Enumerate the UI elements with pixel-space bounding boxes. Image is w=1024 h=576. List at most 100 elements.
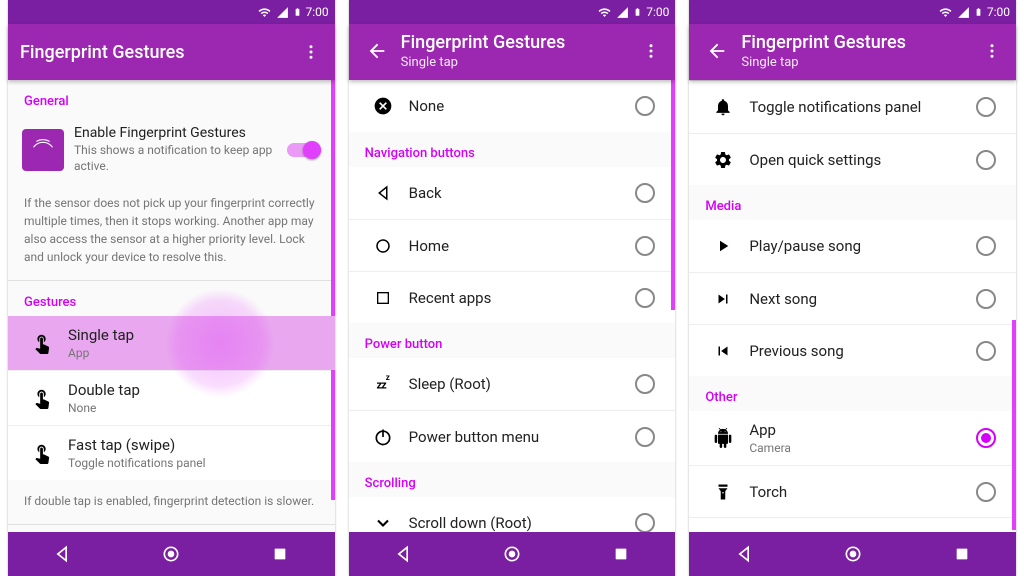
action-prev-song[interactable]: Previous song bbox=[689, 324, 1016, 376]
action-label: None bbox=[409, 97, 630, 115]
radio-button[interactable] bbox=[635, 183, 655, 203]
action-sublabel: Camera bbox=[749, 441, 970, 455]
enable-gestures-row[interactable]: Enable Fingerprint Gestures This shows a… bbox=[8, 115, 335, 184]
nav-recent-icon bbox=[272, 546, 288, 562]
radio-button[interactable] bbox=[976, 428, 996, 448]
action-ringer[interactable]: Toggle ringer mode bbox=[689, 517, 1016, 532]
sleep-icon: zzz bbox=[377, 377, 389, 392]
action-play-pause[interactable]: Play/pause song bbox=[689, 220, 1016, 272]
enable-title: Enable Fingerprint Gestures bbox=[74, 125, 277, 141]
double-tap-title: Double tap bbox=[68, 381, 321, 399]
power-icon bbox=[373, 427, 393, 447]
back-button[interactable] bbox=[697, 40, 737, 62]
app-bar: Fingerprint Gestures Single tap bbox=[349, 24, 676, 80]
action-label: Previous song bbox=[749, 342, 970, 360]
action-toggle-notifications[interactable]: Toggle notifications panel bbox=[689, 81, 1016, 133]
battery-icon bbox=[293, 5, 302, 19]
screen-main: 7:00 Fingerprint Gestures General Enable… bbox=[8, 0, 335, 576]
wifi-icon bbox=[257, 6, 272, 19]
section-general: General bbox=[8, 80, 335, 115]
sensor-note: If the sensor does not pick up your fing… bbox=[8, 184, 335, 280]
radio-button[interactable] bbox=[635, 288, 655, 308]
action-content: Toggle notifications panel Open quick se… bbox=[689, 80, 1016, 532]
radio-button[interactable] bbox=[635, 513, 655, 532]
screen-action-list-bottom: 7:00 Fingerprint Gestures Single tap Tog… bbox=[689, 0, 1016, 576]
app-bar: Fingerprint Gestures bbox=[8, 24, 335, 80]
radio-button[interactable] bbox=[976, 236, 996, 256]
action-scroll-down[interactable]: Scroll down (Root) bbox=[349, 497, 676, 532]
action-back[interactable]: Back bbox=[349, 167, 676, 219]
nav-bar bbox=[8, 532, 335, 576]
radio-button[interactable] bbox=[976, 289, 996, 309]
radio-button[interactable] bbox=[635, 427, 655, 447]
action-label: App bbox=[749, 421, 970, 439]
nav-back-button[interactable] bbox=[50, 542, 74, 566]
back-button[interactable] bbox=[357, 40, 397, 62]
scroll-indicator bbox=[1012, 320, 1016, 530]
action-next-song[interactable]: Next song bbox=[689, 272, 1016, 324]
action-label: Scroll down (Root) bbox=[409, 514, 630, 532]
action-quick-settings[interactable]: Open quick settings bbox=[689, 133, 1016, 185]
nav-home-button[interactable] bbox=[159, 542, 183, 566]
gesture-single-tap[interactable]: Single tap App bbox=[8, 316, 335, 370]
action-app[interactable]: App Camera bbox=[689, 411, 1016, 465]
nav-recent-button[interactable] bbox=[950, 542, 974, 566]
radio-button[interactable] bbox=[976, 482, 996, 502]
action-label: Play/pause song bbox=[749, 237, 970, 255]
status-time: 7:00 bbox=[987, 5, 1010, 19]
wifi-icon bbox=[597, 6, 612, 19]
radio-button[interactable] bbox=[976, 150, 996, 170]
radio-button[interactable] bbox=[976, 341, 996, 361]
section-profiles: Profiles bbox=[8, 525, 335, 532]
more-vert-icon bbox=[642, 42, 660, 60]
status-bar: 7:00 bbox=[349, 0, 676, 24]
radio-button[interactable] bbox=[635, 96, 655, 116]
app-subtitle: Single tap bbox=[401, 55, 636, 70]
signal-icon bbox=[616, 6, 629, 19]
nav-back-button[interactable] bbox=[732, 542, 756, 566]
action-none[interactable]: None bbox=[349, 80, 676, 132]
action-label: Sleep (Root) bbox=[409, 375, 630, 393]
gesture-double-tap[interactable]: Double tap None bbox=[8, 370, 335, 425]
radio-button[interactable] bbox=[976, 97, 996, 117]
fast-tap-sub: Toggle notifications panel bbox=[68, 456, 321, 470]
signal-icon bbox=[276, 6, 289, 19]
bell-icon bbox=[713, 97, 733, 117]
touch-icon bbox=[31, 332, 53, 354]
action-label: Back bbox=[409, 184, 630, 202]
nav-home-icon bbox=[502, 544, 522, 564]
action-recent[interactable]: Recent apps bbox=[349, 271, 676, 323]
section-gestures: Gestures bbox=[8, 281, 335, 316]
single-tap-title: Single tap bbox=[68, 326, 321, 344]
nav-home-button[interactable] bbox=[841, 542, 865, 566]
app-title: Fingerprint Gestures bbox=[401, 32, 636, 53]
play-icon bbox=[714, 237, 732, 255]
action-torch[interactable]: Torch bbox=[689, 465, 1016, 517]
overflow-menu-button[interactable] bbox=[295, 43, 327, 61]
double-tap-sub: None bbox=[68, 401, 321, 415]
more-vert-icon bbox=[983, 42, 1001, 60]
nav-home-button[interactable] bbox=[500, 542, 524, 566]
overflow-menu-button[interactable] bbox=[635, 42, 667, 60]
radio-button[interactable] bbox=[635, 236, 655, 256]
double-tap-note: If double tap is enabled, fingerprint de… bbox=[8, 480, 335, 524]
action-home[interactable]: Home bbox=[349, 219, 676, 271]
nav-back-button[interactable] bbox=[391, 542, 415, 566]
touch-icon bbox=[31, 442, 53, 464]
nav-recent-button[interactable] bbox=[609, 542, 633, 566]
gesture-fast-tap[interactable]: Fast tap (swipe) Toggle notifications pa… bbox=[8, 425, 335, 480]
enable-switch[interactable] bbox=[287, 141, 321, 159]
nav-recent-button[interactable] bbox=[268, 542, 292, 566]
radio-button[interactable] bbox=[635, 374, 655, 394]
nav-recent-icon bbox=[954, 546, 970, 562]
nav-bar bbox=[689, 532, 1016, 576]
app-title: Fingerprint Gestures bbox=[20, 42, 295, 63]
action-power-menu[interactable]: Power button menu bbox=[349, 410, 676, 462]
section-other: Other bbox=[689, 376, 1016, 411]
battery-icon bbox=[974, 5, 983, 19]
action-sleep[interactable]: zzz Sleep (Root) bbox=[349, 358, 676, 410]
arrow-back-icon bbox=[366, 40, 388, 62]
action-label: Home bbox=[409, 237, 630, 255]
overflow-menu-button[interactable] bbox=[976, 42, 1008, 60]
android-icon bbox=[713, 428, 733, 448]
